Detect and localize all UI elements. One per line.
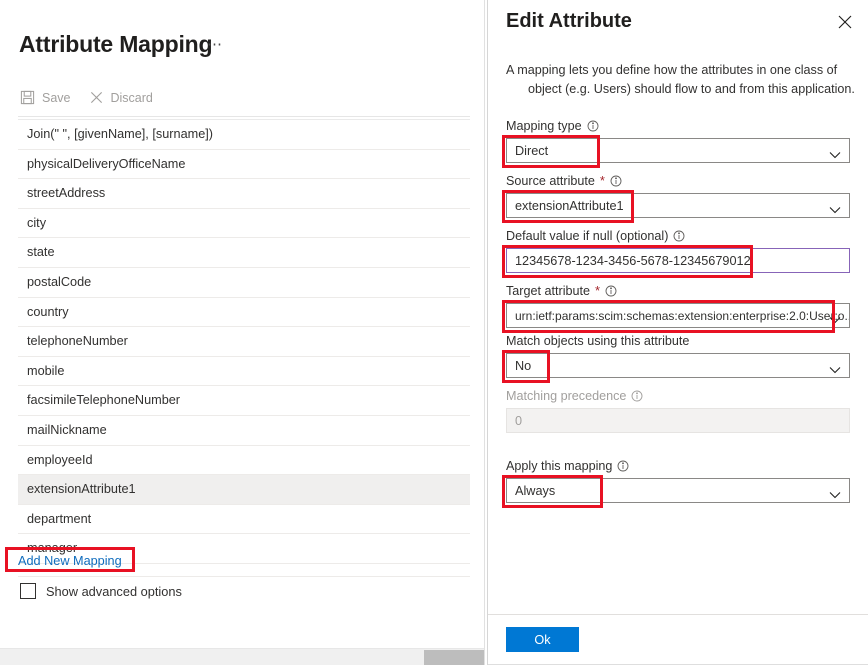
attribute-row[interactable]: employeeId [18, 446, 470, 476]
target-attribute-label-row: Target attribute * [506, 283, 850, 299]
chevron-down-icon [829, 202, 841, 213]
default-value-text: 12345678-1234-3456-5678-12345679012 [515, 253, 751, 268]
attribute-row[interactable]: mobile [18, 357, 470, 387]
horizontal-scrollbar-thumb[interactable] [424, 650, 484, 665]
attribute-mapping-panel: Attribute Mapping ⋯ Save Discard Join(" … [0, 0, 485, 665]
chevron-down-icon [829, 312, 841, 323]
toolbar-divider [18, 116, 470, 117]
panel-description-line2: object (e.g. Users) should flow to and f… [528, 81, 855, 96]
field-match-objects: Match objects using this attribute No [502, 333, 850, 383]
mapping-type-label: Mapping type [506, 119, 582, 133]
attribute-row[interactable]: extensionAttribute1 [18, 475, 470, 505]
info-icon[interactable] [631, 390, 643, 402]
field-matching-precedence: Matching precedence 0 [506, 388, 850, 433]
save-icon [20, 90, 35, 105]
apply-mapping-select[interactable]: Always [506, 478, 850, 503]
attribute-row[interactable]: facsimileTelephoneNumber [18, 386, 470, 416]
attribute-list: Join(" ", [givenName], [surname]) physica… [18, 120, 470, 564]
source-attribute-select[interactable]: extensionAttribute1 [506, 193, 850, 218]
source-attribute-label-row: Source attribute * [506, 173, 850, 189]
source-attribute-value: extensionAttribute1 [515, 198, 624, 213]
field-apply-mapping: Apply this mapping Always [502, 458, 850, 508]
attribute-row[interactable]: streetAddress [18, 179, 470, 209]
default-value-label: Default value if null (optional) [506, 229, 669, 243]
apply-mapping-value: Always [515, 483, 556, 498]
chevron-down-icon [829, 487, 841, 498]
attribute-row[interactable]: state [18, 238, 470, 268]
panel-description: A mapping lets you define how the attrib… [506, 61, 866, 98]
show-advanced-options-row[interactable]: Show advanced options [20, 583, 182, 599]
target-attribute-value: urn:ietf:params:scim:schemas:extension:e… [515, 308, 850, 323]
close-icon[interactable] [836, 13, 854, 31]
attribute-row[interactable]: department [18, 505, 470, 535]
matching-precedence-label: Matching precedence [506, 389, 627, 403]
match-objects-label-row: Match objects using this attribute [506, 333, 850, 349]
default-value-label-row: Default value if null (optional) [506, 228, 850, 244]
attribute-row[interactable]: postalCode [18, 268, 470, 298]
target-attribute-label: Target attribute [506, 284, 591, 298]
command-bar: Save Discard [18, 88, 155, 107]
field-default-value: Default value if null (optional) 1234567… [502, 228, 850, 278]
mapping-type-select[interactable]: Direct [506, 138, 850, 163]
more-options-icon[interactable]: ⋯ [207, 36, 223, 54]
discard-label: Discard [110, 90, 153, 105]
chevron-down-icon [829, 147, 841, 158]
mapping-type-value: Direct [515, 143, 549, 158]
ok-button[interactable]: Ok [506, 627, 579, 652]
attribute-row[interactable]: physicalDeliveryOfficeName [18, 150, 470, 180]
match-objects-select[interactable]: No [506, 353, 850, 378]
info-icon[interactable] [673, 230, 685, 242]
horizontal-scrollbar[interactable] [0, 648, 484, 665]
default-value-input[interactable]: 12345678-1234-3456-5678-12345679012 [506, 248, 850, 273]
show-advanced-options-checkbox[interactable] [20, 583, 36, 599]
mapping-type-label-row: Mapping type [506, 118, 850, 134]
info-icon[interactable] [617, 460, 629, 472]
footer-divider [488, 614, 868, 615]
panel-description-line1: A mapping lets you define how the attrib… [506, 63, 838, 77]
info-icon[interactable] [587, 120, 599, 132]
attribute-row[interactable]: Join(" ", [givenName], [surname]) [18, 120, 470, 150]
apply-mapping-label: Apply this mapping [506, 459, 613, 473]
save-button[interactable]: Save [18, 88, 73, 107]
discard-button[interactable]: Discard [87, 88, 155, 107]
attribute-row[interactable]: country [18, 298, 470, 328]
matching-precedence-value: 0 [515, 413, 523, 428]
source-attribute-label: Source attribute [506, 174, 595, 188]
field-mapping-type: Mapping type Direct [502, 118, 850, 168]
discard-icon [89, 90, 104, 105]
edit-attribute-title: Edit Attribute [506, 10, 632, 32]
field-target-attribute: Target attribute * urn:ietf:params:scim:… [502, 283, 850, 333]
add-new-mapping-row: Add New Mapping [0, 547, 484, 577]
edit-attribute-panel: Edit Attribute A mapping lets you define… [487, 0, 868, 665]
save-label: Save [42, 90, 71, 105]
attribute-row[interactable]: telephoneNumber [18, 327, 470, 357]
required-indicator: * [599, 173, 605, 188]
show-advanced-options-label: Show advanced options [46, 583, 182, 599]
field-source-attribute: Source attribute * extensionAttribute1 [502, 173, 850, 223]
target-attribute-select[interactable]: urn:ietf:params:scim:schemas:extension:e… [506, 303, 850, 328]
matching-precedence-label-row: Matching precedence [506, 388, 850, 404]
matching-precedence-input: 0 [506, 408, 850, 433]
match-objects-label: Match objects using this attribute [506, 334, 690, 348]
add-mapping-divider [18, 576, 470, 577]
attribute-row[interactable]: city [18, 209, 470, 239]
info-icon[interactable] [610, 175, 622, 187]
info-icon[interactable] [605, 285, 617, 297]
match-objects-value: No [515, 358, 532, 373]
page-title: Attribute Mapping [19, 31, 213, 57]
add-new-mapping-link[interactable]: Add New Mapping [18, 551, 122, 572]
attribute-row[interactable]: mailNickname [18, 416, 470, 446]
chevron-down-icon [829, 362, 841, 373]
required-indicator: * [595, 283, 601, 298]
apply-mapping-label-row: Apply this mapping [506, 458, 850, 474]
